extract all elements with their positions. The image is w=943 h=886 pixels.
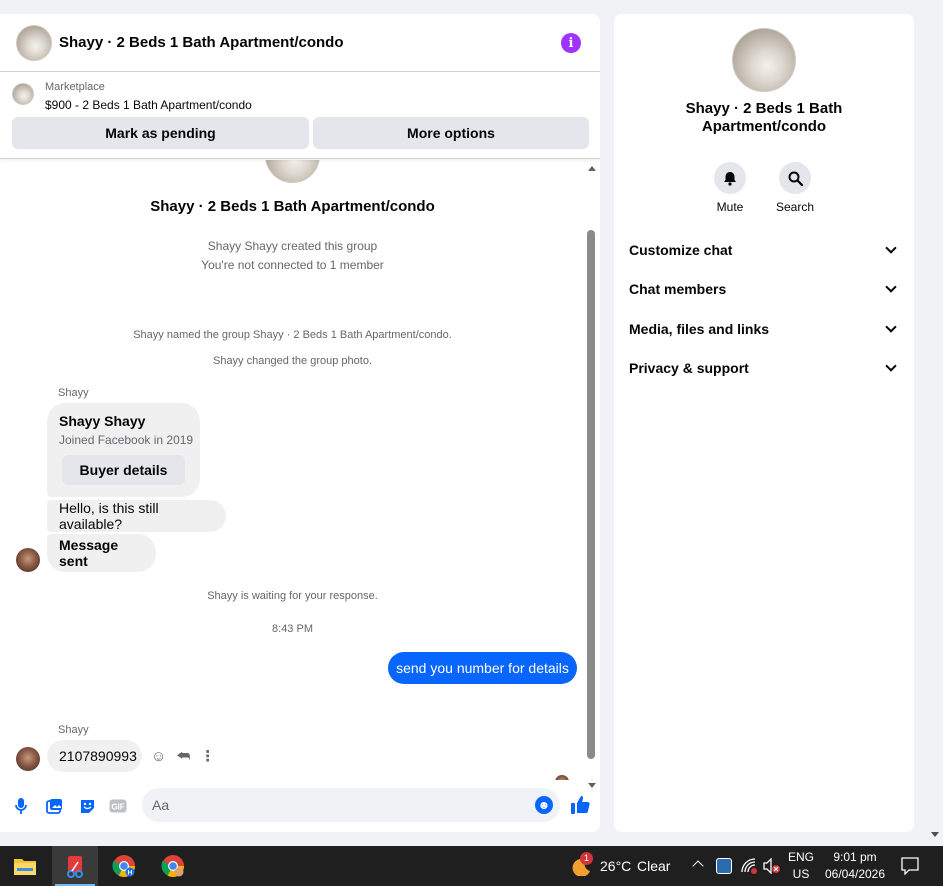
- page-scroll-down-arrow-icon[interactable]: [931, 832, 939, 837]
- gif-icon[interactable]: GIF: [108, 796, 128, 816]
- weather-desc: Clear: [637, 858, 671, 874]
- chat-header: Shayy · 2 Beds 1 Bath Apartment/condo i: [0, 14, 600, 72]
- waiting-notice: Shayy is waiting for your response.: [207, 590, 378, 602]
- side-title: Shayy · 2 Beds 1 Bath Apartment/condo: [685, 100, 843, 135]
- chevron-down-icon: [885, 321, 897, 333]
- file-explorer-icon[interactable]: [2, 846, 48, 886]
- sender-name: Shayy: [58, 387, 89, 399]
- group-name-heading: Shayy · 2 Beds 1 Bath Apartment/condo: [150, 198, 435, 215]
- like-icon[interactable]: [570, 794, 592, 816]
- message-bubble[interactable]: 2107890993: [47, 740, 142, 772]
- chat-panel: Shayy · 2 Beds 1 Bath Apartment/condo i …: [0, 14, 600, 832]
- wifi-icon[interactable]: [741, 858, 757, 879]
- keyboard-region: US: [792, 867, 810, 881]
- section-label: Privacy & support: [629, 360, 749, 376]
- message-scrollbar[interactable]: [585, 164, 599, 790]
- outgoing-message[interactable]: send you number for details: [388, 652, 577, 684]
- weather-badge: 1: [580, 852, 593, 865]
- weather-widget[interactable]: 1 26°C Clear: [566, 846, 676, 886]
- language-indicator[interactable]: ENG US: [786, 849, 816, 883]
- rename-notice: Shayy named the group Shayy · 2 Beds 1 B…: [133, 329, 452, 341]
- mute-label: Mute: [716, 200, 744, 214]
- section-customize-chat[interactable]: Customize chat: [629, 239, 899, 261]
- section-label: Media, files and links: [629, 321, 770, 337]
- section-privacy-support[interactable]: Privacy & support: [629, 357, 899, 379]
- message-input[interactable]: [142, 788, 560, 822]
- info-icon[interactable]: i: [561, 33, 581, 53]
- more-options-button[interactable]: More options: [313, 117, 589, 149]
- clock[interactable]: 9:01 pm 06/04/2026: [822, 849, 888, 883]
- search-icon[interactable]: [779, 162, 811, 194]
- notifications-icon[interactable]: [901, 857, 919, 880]
- chevron-down-icon: [885, 360, 897, 372]
- clock-time: 9:01 pm: [833, 850, 877, 864]
- buyer-name: Shayy Shayy: [59, 413, 146, 429]
- section-label: Customize chat: [629, 242, 733, 258]
- snipping-tool-icon[interactable]: [52, 846, 98, 886]
- reply-icon[interactable]: ⮪: [176, 748, 190, 765]
- section-chat-members[interactable]: Chat members: [629, 278, 899, 300]
- timestamp: 8:43 PM: [272, 623, 313, 635]
- tray-overflow-chevron-icon[interactable]: [692, 860, 704, 872]
- windows-taskbar: H 1 26°C Clear ENG US 9:01 pm 06/04/2026: [0, 846, 943, 886]
- bell-icon[interactable]: [714, 162, 746, 194]
- group-avatar-large[interactable]: [732, 28, 796, 92]
- more-icon[interactable]: ⋮: [200, 747, 215, 765]
- image-icon[interactable]: [44, 796, 64, 816]
- scroll-thumb[interactable]: [587, 230, 595, 759]
- svg-text:H: H: [128, 870, 133, 877]
- message-actions: ☺ ⮪ ⋮: [151, 747, 215, 766]
- chevron-down-icon: [885, 242, 897, 254]
- listing-title[interactable]: $900 - 2 Beds 1 Bath Apartment/condo: [45, 98, 252, 112]
- sticker-icon[interactable]: [77, 796, 97, 816]
- chevron-down-icon: [885, 281, 897, 293]
- composer: GIF ☻: [0, 786, 600, 832]
- chrome-profile-icon[interactable]: [150, 846, 196, 886]
- message-bubble[interactable]: Hello, is this still available?: [47, 500, 226, 532]
- volume-muted-icon[interactable]: [763, 857, 781, 879]
- search-button[interactable]: Search: [765, 162, 825, 214]
- scroll-up-arrow-icon[interactable]: [588, 166, 596, 171]
- read-receipt-avatar: [555, 775, 569, 780]
- language-code: ENG: [787, 850, 814, 864]
- sender-avatar[interactable]: [16, 548, 40, 572]
- onedrive-icon[interactable]: [716, 858, 732, 874]
- conversation-details-panel: Shayy · 2 Beds 1 Bath Apartment/condo Mu…: [614, 14, 914, 832]
- svg-text:GIF: GIF: [111, 803, 124, 812]
- photo-notice: Shayy changed the group photo.: [212, 355, 372, 367]
- message-list: Shayy · 2 Beds 1 Bath Apartment/condo Sh…: [0, 160, 600, 780]
- weather-temp: 26°C: [600, 858, 632, 874]
- message-bubble[interactable]: Message sent: [47, 534, 156, 572]
- buyer-details-button[interactable]: Buyer details: [62, 455, 185, 485]
- buyer-joined: Joined Facebook in 2019: [59, 433, 194, 447]
- connection-notice: You're not connected to 1 member: [201, 258, 384, 272]
- group-photo: [265, 160, 320, 183]
- chrome-icon[interactable]: H: [101, 846, 147, 886]
- buyer-card: Shayy Shayy Joined Facebook in 2019 Buye…: [47, 403, 200, 497]
- marketplace-label: Marketplace: [45, 81, 105, 93]
- mute-button[interactable]: Mute: [700, 162, 760, 214]
- microphone-icon[interactable]: [11, 796, 31, 816]
- group-avatar[interactable]: [16, 24, 52, 61]
- sender-avatar[interactable]: [16, 747, 40, 771]
- search-label: Search: [775, 200, 815, 214]
- clock-date: 06/04/2026: [824, 867, 886, 881]
- chat-title[interactable]: Shayy · 2 Beds 1 Bath Apartment/condo: [59, 34, 344, 51]
- marketplace-bar: Marketplace $900 - 2 Beds 1 Bath Apartme…: [0, 73, 600, 159]
- mark-as-pending-button[interactable]: Mark as pending: [12, 117, 309, 149]
- created-notice: Shayy Shayy created this group: [207, 239, 378, 253]
- listing-thumbnail[interactable]: [12, 83, 34, 105]
- sender-name: Shayy: [58, 724, 89, 736]
- section-media-files-links[interactable]: Media, files and links: [629, 318, 899, 340]
- react-icon[interactable]: ☺: [151, 748, 166, 765]
- section-label: Chat members: [629, 281, 727, 297]
- emoji-icon[interactable]: ☻: [535, 796, 553, 814]
